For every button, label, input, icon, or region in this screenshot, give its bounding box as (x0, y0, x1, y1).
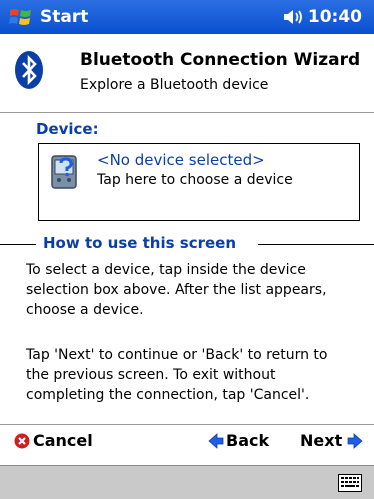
wizard-title: Bluetooth Connection Wizard (80, 50, 361, 70)
title-bar: Start 10:40 (0, 0, 374, 34)
device-selection-box[interactable]: <No device selected> Tap here to choose … (38, 143, 360, 221)
next-label: Next (300, 431, 343, 450)
group-rule-left (0, 244, 36, 245)
cancel-button[interactable]: Cancel (14, 431, 93, 450)
howto-paragraph-2: Tap 'Next' to continue or 'Back' to retu… (26, 345, 366, 405)
howto-line: To select a device, tap inside the devic… (26, 262, 306, 278)
howto-paragraph-1: To select a device, tap inside the devic… (26, 260, 366, 320)
wizard-subtitle: Explore a Bluetooth device (80, 77, 269, 93)
back-arrow-icon (208, 432, 224, 449)
clock[interactable]: 10:40 (308, 7, 362, 27)
group-rule-right (258, 244, 374, 245)
input-panel-bar (0, 465, 374, 499)
howto-line: Tap 'Next' to continue or 'Back' to retu… (26, 347, 328, 363)
howto-title: How to use this screen (40, 234, 240, 252)
device-selected-value: <No device selected> (97, 151, 265, 169)
howto-line: the previous screen. To exit without (26, 367, 276, 383)
device-label: Device: (36, 120, 99, 138)
back-label: Back (226, 431, 270, 450)
howto-line: completing the connection, tap 'Cancel'. (26, 387, 310, 403)
device-hint: Tap here to choose a device (97, 172, 293, 188)
howto-line: selection box above. After the list appe… (26, 282, 327, 298)
command-bar: Cancel Back Next (0, 424, 374, 464)
wizard-header: Bluetooth Connection Wizard Explore a Bl… (0, 34, 374, 113)
windows-flag-icon (9, 9, 31, 25)
keyboard-icon[interactable] (338, 474, 362, 492)
next-arrow-icon (347, 432, 363, 449)
back-button[interactable]: Back (208, 431, 269, 450)
volume-icon[interactable] (282, 8, 304, 26)
device-help-icon (51, 155, 77, 189)
bluetooth-icon (15, 51, 43, 89)
header-divider (0, 112, 374, 113)
next-button[interactable]: Next (300, 431, 363, 450)
start-button[interactable]: Start (0, 0, 88, 34)
cancel-icon (14, 433, 30, 448)
start-label: Start (40, 7, 89, 27)
cancel-label: Cancel (33, 431, 93, 450)
howto-line: choose a device. (26, 302, 144, 318)
